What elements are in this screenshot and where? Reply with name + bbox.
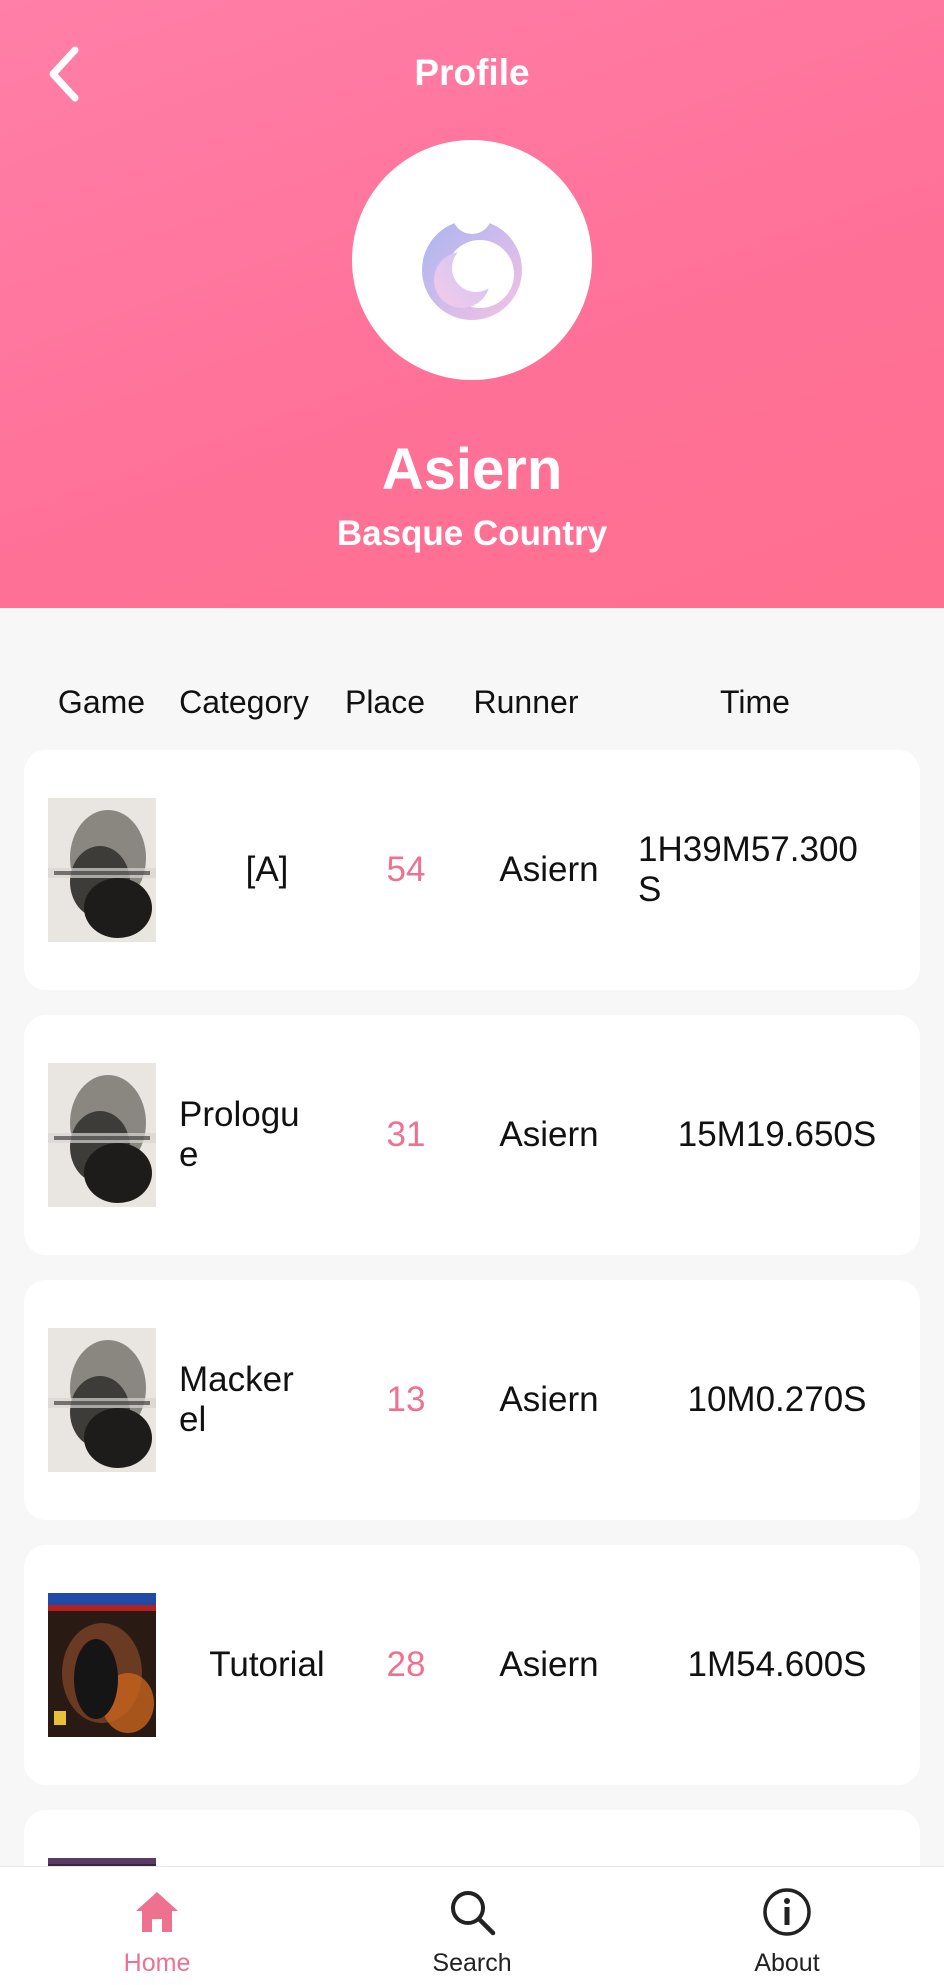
game-cover-nier [48,798,156,942]
row-time: 10M0.270S [687,1380,867,1419]
row-category: Tutorial [209,1645,325,1684]
column-header-time: Time [720,684,790,720]
nav-home-label: Home [123,1949,191,1977]
nav-search[interactable]: Search [372,1867,572,1985]
row-runner: Asiern [499,1115,599,1154]
profile-header: Profile Asiern Basque Country [0,0,944,608]
home-icon [136,1892,178,1932]
row-place: 54 [386,850,426,889]
nav-about[interactable]: About [687,1867,887,1985]
avatar [352,140,592,380]
table-column-headers: Game Category Place Runner Time [0,680,944,730]
row-place: 31 [386,1115,426,1154]
profile-location: Basque Country [336,514,608,553]
app-logo-icon [422,194,522,320]
info-icon [763,1888,811,1936]
nav-home[interactable]: Home [57,1867,257,1985]
nav-about-label: About [754,1949,820,1977]
row-time: 15M19.650S [677,1115,877,1154]
row-place: 13 [386,1380,426,1419]
run-row[interactable]: [A] 54 Asiern 1H39M57.300S [24,750,920,990]
column-header-place: Place [344,684,426,720]
runs-list[interactable]: [A] 54 Asiern 1H39M57.300S Prologue 31 A… [24,750,920,1915]
row-category: Mackerel [179,1360,294,1439]
row-category: [A] [245,850,289,889]
column-header-category: Category [179,684,309,720]
row-place: 28 [386,1645,426,1684]
bottom-navigation: Home Search About [0,1866,944,1985]
profile-username: Asiern [381,437,563,502]
game-cover-dbd [48,1593,156,1737]
row-runner: Asiern [499,1645,599,1684]
run-row[interactable]: Prologue 31 Asiern 15M19.650S [24,1015,920,1255]
row-time: 1H39M57.300S [638,830,858,909]
run-row[interactable]: Tutorial 28 Asiern 1M54.600S [24,1545,920,1785]
row-time: 1M54.600S [687,1645,867,1684]
row-category: Prologue [179,1095,300,1174]
row-runner: Asiern [499,1380,599,1419]
column-header-runner: Runner [473,684,579,720]
row-runner: Asiern [499,850,599,889]
game-cover-nier [48,1063,156,1207]
column-header-game: Game [57,684,146,720]
nav-search-label: Search [432,1949,512,1977]
game-cover-nier [48,1328,156,1472]
search-icon [451,1891,496,1936]
run-row[interactable]: Mackerel 13 Asiern 10M0.270S [24,1280,920,1520]
page-title: Profile [414,52,530,93]
